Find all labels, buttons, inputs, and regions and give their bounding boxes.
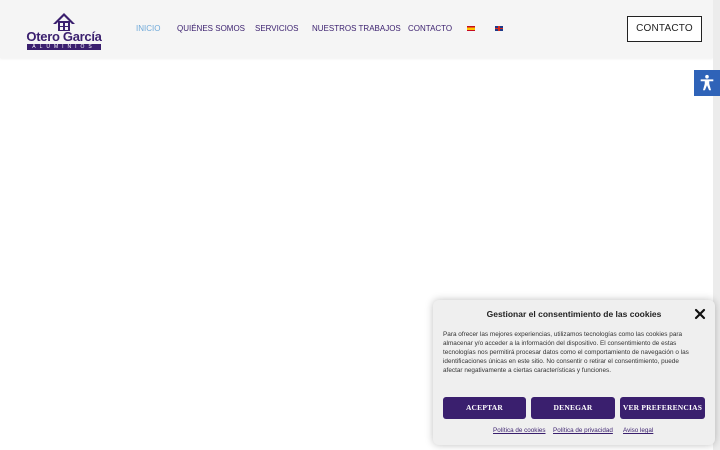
page: Otero García ALUMINIOS INICIO QUIÉNES SO…: [0, 0, 720, 450]
cookie-policy-links: Política de cookies Política de privacid…: [433, 427, 715, 437]
en-flag-icon[interactable]: [495, 26, 503, 31]
accept-button[interactable]: ACEPTAR: [443, 397, 526, 419]
accessibility-button[interactable]: [694, 70, 720, 96]
accessibility-icon: [700, 74, 714, 91]
nav-item-servicios[interactable]: SERVICIOS: [255, 24, 298, 34]
site-header: Otero García ALUMINIOS INICIO QUIÉNES SO…: [0, 0, 713, 58]
cookie-dialog-text: Para ofrecer las mejores experiencias, u…: [443, 331, 689, 374]
contact-button[interactable]: CONTACTO: [627, 16, 702, 42]
view-preferences-button[interactable]: VER PREFERENCIAS: [620, 397, 705, 419]
cookie-policy-link[interactable]: Política de cookies: [493, 427, 546, 434]
logo-subtitle: ALUMINIOS: [27, 44, 101, 50]
close-icon[interactable]: [694, 308, 706, 320]
deny-button[interactable]: DENEGAR: [531, 397, 615, 419]
nav-item-nuestros-trabajos[interactable]: NUESTROS TRABAJOS: [312, 24, 401, 34]
logo-name: Otero García: [26, 29, 102, 44]
nav-item-inicio[interactable]: INICIO: [136, 24, 160, 34]
logo[interactable]: Otero García ALUMINIOS: [25, 12, 103, 50]
nav-item-contacto[interactable]: CONTACTO: [408, 24, 452, 34]
privacy-policy-link[interactable]: Política de privacidad: [553, 427, 613, 434]
legal-notice-link[interactable]: Aviso legal: [623, 427, 653, 434]
nav-item-quienes-somos[interactable]: QUIÉNES SOMOS: [177, 24, 245, 34]
es-flag-icon[interactable]: [467, 26, 475, 31]
cookie-consent-dialog: Gestionar el consentimiento de las cooki…: [433, 300, 715, 445]
cookie-dialog-title: Gestionar el consentimiento de las cooki…: [486, 309, 662, 319]
